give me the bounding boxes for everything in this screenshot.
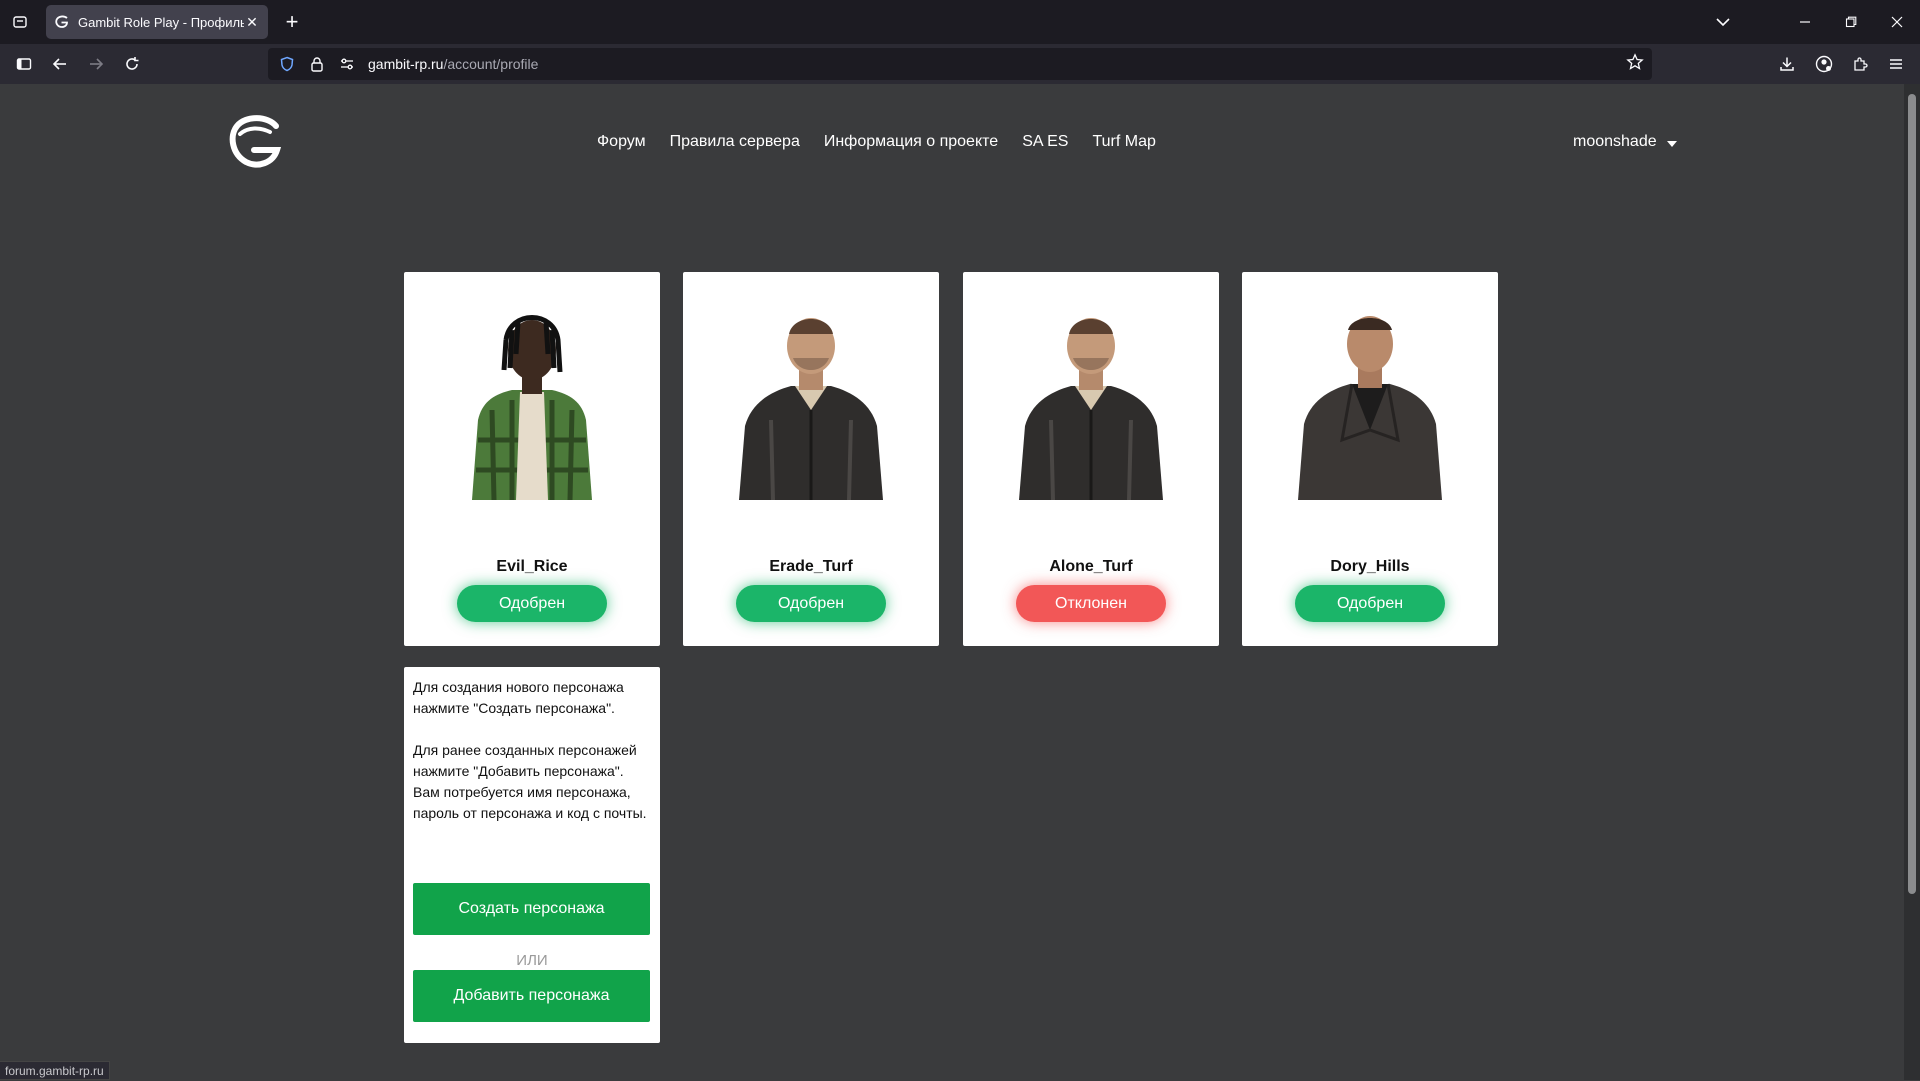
caret-down-icon — [1666, 141, 1677, 147]
character-avatar — [739, 318, 883, 500]
url-text[interactable]: gambit-rp.ru/account/profile — [358, 56, 538, 72]
character-card[interactable]: Alone_Turf Отклонен — [963, 272, 1219, 646]
back-arrow-icon[interactable] — [46, 50, 74, 78]
add-character-panel: Для создания нового персонажа нажмите "С… — [404, 667, 660, 1043]
status-badge-approved: Одобрен — [457, 585, 607, 622]
shield-icon[interactable] — [276, 53, 298, 75]
close-window-icon[interactable] — [1874, 0, 1920, 44]
nav-saes-link[interactable]: SA ES — [1022, 133, 1068, 151]
url-path: /account/profile — [443, 56, 539, 72]
character-card[interactable]: Erade_Turf Одобрен — [683, 272, 939, 646]
address-bar[interactable]: gambit-rp.ru/account/profile — [268, 48, 1652, 80]
character-card[interactable]: Dory_Hills Одобрен — [1242, 272, 1498, 646]
character-name: Dory_Hills — [1330, 558, 1410, 575]
create-character-button[interactable]: Создать персонажа — [413, 883, 650, 935]
nav-turf-map-link[interactable]: Turf Map — [1092, 133, 1155, 151]
permissions-icon[interactable] — [336, 53, 358, 75]
lock-icon[interactable] — [306, 53, 328, 75]
user-menu[interactable]: moonshade — [1573, 133, 1677, 151]
nav-server-rules-link[interactable]: Правила сервера — [670, 133, 800, 151]
character-name: Erade_Turf — [769, 558, 853, 575]
status-badge-approved: Одобрен — [736, 585, 886, 622]
downloads-icon[interactable] — [1773, 50, 1801, 78]
scrollbar-thumb[interactable] — [1908, 94, 1916, 894]
or-separator: ИЛИ — [516, 952, 548, 969]
gambit-logo-icon[interactable] — [226, 112, 284, 170]
status-badge-rejected: Отклонен — [1016, 585, 1166, 622]
nav-forum-link[interactable]: Форум — [597, 133, 646, 151]
gambit-favicon-icon — [55, 15, 68, 28]
character-name: Evil_Rice — [496, 558, 568, 575]
tab-list-icon[interactable] — [6, 8, 34, 36]
browser-tab-active[interactable]: Gambit Role Play - Профиль UC ✕ — [46, 5, 268, 39]
page-content: Форум Правила сервера Информация о проек… — [0, 84, 1904, 1080]
forward-arrow-icon[interactable] — [82, 50, 110, 78]
character-avatar — [1019, 318, 1163, 500]
browser-tab-bar: Gambit Role Play - Профиль UC ✕ + — [0, 0, 1920, 44]
account-icon[interactable] — [1810, 50, 1838, 78]
hamburger-menu-icon[interactable] — [1882, 50, 1910, 78]
character-avatar — [472, 315, 592, 500]
nav-project-info-link[interactable]: Информация о проекте — [824, 133, 998, 151]
bookmark-star-icon[interactable] — [1626, 53, 1644, 74]
character-avatar — [1298, 316, 1442, 500]
status-badge-approved: Одобрен — [1295, 585, 1445, 622]
minimize-icon[interactable] — [1782, 0, 1828, 44]
tab-title: Gambit Role Play - Профиль UC — [78, 14, 244, 30]
character-name: Alone_Turf — [1049, 558, 1133, 575]
browser-nav-bar: gambit-rp.ru/account/profile — [0, 44, 1920, 84]
reload-icon[interactable] — [118, 50, 146, 78]
site-navigation: Форум Правила сервера Информация о проек… — [597, 133, 1156, 151]
extensions-puzzle-icon[interactable] — [1846, 50, 1874, 78]
instructions-text: Для создания нового персонажа нажмите "С… — [413, 679, 647, 821]
restore-icon[interactable] — [1828, 0, 1874, 44]
character-card[interactable]: Evil_Rice Одобрен — [404, 272, 660, 646]
tab-close-icon[interactable]: ✕ — [244, 14, 260, 31]
new-tab-plus-icon[interactable]: + — [278, 8, 306, 36]
page-scrollbar[interactable] — [1904, 84, 1920, 1080]
sidebar-toggle-icon[interactable] — [10, 50, 38, 78]
tab-overflow-chevron-icon[interactable] — [1700, 0, 1746, 44]
url-host: gambit-rp.ru — [368, 56, 444, 72]
add-character-button[interactable]: Добавить персонажа — [413, 970, 650, 1022]
username: moonshade — [1573, 133, 1657, 150]
status-bar-url: forum.gambit-rp.ru — [0, 1061, 110, 1080]
